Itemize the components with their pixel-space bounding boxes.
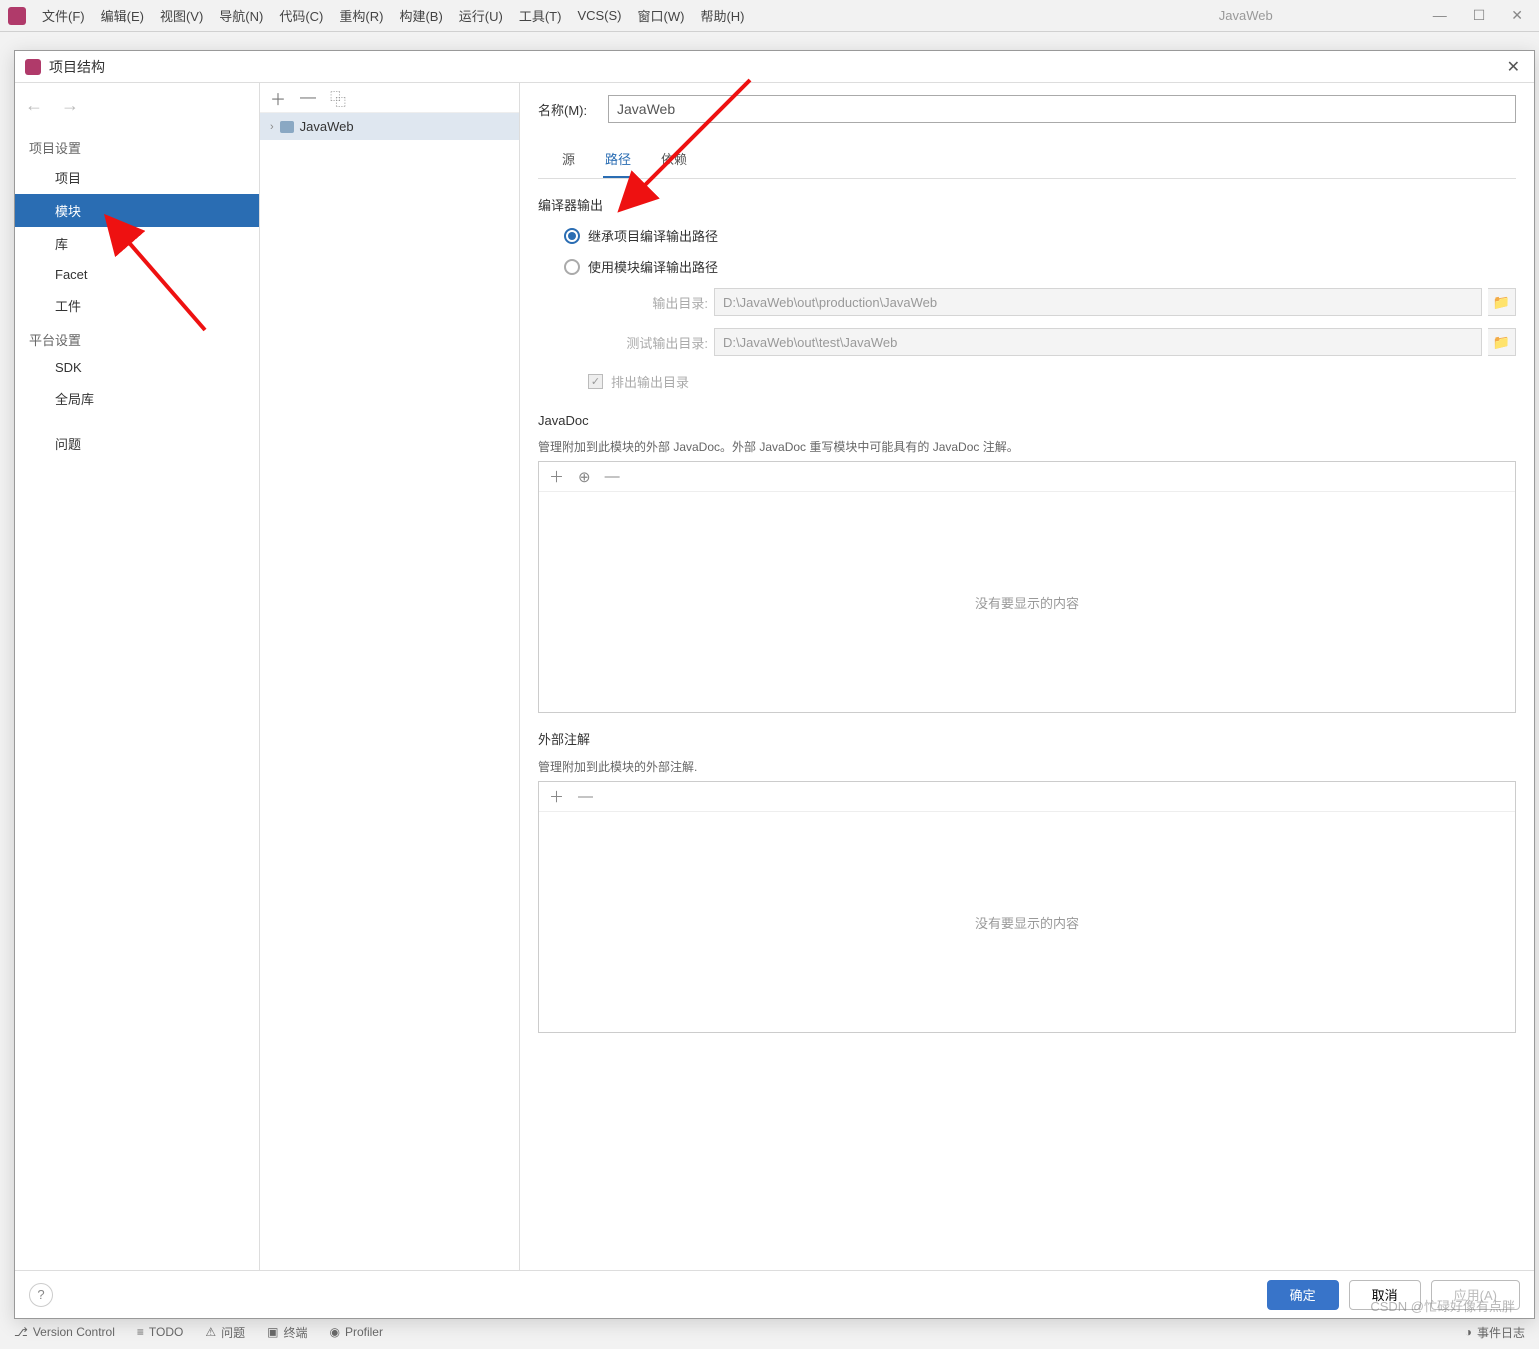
sidebar-item-problems[interactable]: 问题 <box>15 427 259 460</box>
output-dir-input <box>714 288 1482 316</box>
name-label: 名称(M): <box>538 100 608 119</box>
watermark-text: CSDN @忙碌好像有点胖 <box>1370 1296 1515 1315</box>
annotations-remove-icon[interactable]: — <box>578 788 593 805</box>
sidebar-section-project: 项目设置 <box>15 130 259 161</box>
main-menubar: 文件(F) 编辑(E) 视图(V) 导航(N) 代码(C) 重构(R) 构建(B… <box>0 0 1539 32</box>
javadoc-listbox: ＋ ⊕ — 没有要显示的内容 <box>538 461 1516 713</box>
menu-run[interactable]: 运行(U) <box>451 6 511 25</box>
tab-paths[interactable]: 路径 <box>603 143 633 178</box>
radio-inherit[interactable] <box>564 228 580 244</box>
module-tree-panel: ＋ — ⿻ › JavaWeb <box>260 83 520 1270</box>
tree-expand-icon[interactable]: › <box>270 121 274 133</box>
ok-button[interactable]: 确定 <box>1267 1280 1339 1310</box>
module-tabs: 源 路径 依赖 <box>538 137 1516 179</box>
menu-window[interactable]: 窗口(W) <box>630 6 693 25</box>
dialog-logo-icon <box>25 59 41 75</box>
tree-copy-icon[interactable]: ⿻ <box>330 86 346 110</box>
output-dir-browse-icon[interactable]: 📁 <box>1488 288 1516 316</box>
module-name-input[interactable] <box>608 95 1516 123</box>
radio-module-row[interactable]: 使用模块编译输出路径 <box>538 251 1516 282</box>
menu-edit[interactable]: 编辑(E) <box>93 6 152 25</box>
statusbar-vcs[interactable]: ⎇Version Control <box>14 1325 115 1339</box>
sidebar-item-libraries[interactable]: 库 <box>15 227 259 260</box>
window-close-icon[interactable]: ✕ <box>1511 7 1523 24</box>
dialog-title-text: 项目结构 <box>49 57 105 77</box>
app-logo-icon <box>8 7 26 25</box>
tree-node-root[interactable]: › JavaWeb <box>260 113 519 140</box>
javadoc-heading: JavaDoc <box>538 397 1516 434</box>
radio-inherit-label: 继承项目编译输出路径 <box>588 226 718 245</box>
folder-icon <box>280 121 294 133</box>
tree-remove-icon[interactable]: — <box>300 89 316 107</box>
nav-forward-icon[interactable]: → <box>61 95 79 116</box>
sidebar-item-global-libs[interactable]: 全局库 <box>15 382 259 415</box>
statusbar-profiler[interactable]: ◉Profiler <box>329 1325 383 1339</box>
javadoc-desc: 管理附加到此模块的外部 JavaDoc。外部 JavaDoc 重写模块中可能具有… <box>538 434 1516 457</box>
statusbar-problems[interactable]: ⚠问题 <box>205 1324 245 1341</box>
project-structure-dialog: 项目结构 ✕ ← → 项目设置 项目 模块 库 Facet 工件 平台设置 SD… <box>14 50 1535 1319</box>
test-output-dir-label: 测试输出目录: <box>588 333 708 352</box>
statusbar-events[interactable]: ◑事件日志 <box>1465 1324 1525 1341</box>
menu-vcs[interactable]: VCS(S) <box>569 8 629 23</box>
statusbar-terminal[interactable]: ▣终端 <box>267 1324 307 1341</box>
menu-refactor[interactable]: 重构(R) <box>331 6 391 25</box>
menu-tools[interactable]: 工具(T) <box>511 6 570 25</box>
window-minimize-icon[interactable]: — <box>1433 7 1447 24</box>
sidebar-item-modules[interactable]: 模块 <box>15 194 259 227</box>
dialog-titlebar: 项目结构 ✕ <box>15 51 1534 83</box>
annotations-heading: 外部注解 <box>538 713 1516 754</box>
menu-build[interactable]: 构建(B) <box>391 6 450 25</box>
output-dir-label: 输出目录: <box>588 293 708 312</box>
javadoc-add-url-icon[interactable]: ⊕ <box>578 468 591 486</box>
tab-sources[interactable]: 源 <box>560 143 577 178</box>
menu-help[interactable]: 帮助(H) <box>692 6 752 25</box>
menu-navigate[interactable]: 导航(N) <box>211 6 271 25</box>
help-icon[interactable]: ? <box>29 1283 53 1307</box>
sidebar-section-platform: 平台设置 <box>15 322 259 353</box>
javadoc-remove-icon[interactable]: — <box>605 468 620 485</box>
sidebar-item-facets[interactable]: Facet <box>15 260 259 289</box>
javadoc-empty-text: 没有要显示的内容 <box>539 492 1515 712</box>
annotations-listbox: ＋ — 没有要显示的内容 <box>538 781 1516 1033</box>
menu-file[interactable]: 文件(F) <box>34 6 93 25</box>
sidebar-item-sdks[interactable]: SDK <box>15 353 259 382</box>
sidebar-item-artifacts[interactable]: 工件 <box>15 289 259 322</box>
sidebar-item-project[interactable]: 项目 <box>15 161 259 194</box>
menu-code[interactable]: 代码(C) <box>271 6 331 25</box>
test-output-dir-input <box>714 328 1482 356</box>
status-bar: ⎇Version Control ≡TODO ⚠问题 ▣终端 ◉Profiler… <box>0 1321 1539 1343</box>
settings-sidebar: ← → 项目设置 项目 模块 库 Facet 工件 平台设置 SDK 全局库 问… <box>15 83 260 1270</box>
statusbar-todo[interactable]: ≡TODO <box>137 1325 183 1339</box>
tree-add-icon[interactable]: ＋ <box>270 86 286 110</box>
module-editor-panel: 名称(M): 源 路径 依赖 编译器输出 继承项目编译输出路径 使用模块编译输出… <box>520 83 1534 1270</box>
test-output-dir-browse-icon[interactable]: 📁 <box>1488 328 1516 356</box>
tree-node-label: JavaWeb <box>300 119 354 134</box>
menu-view[interactable]: 视图(V) <box>152 6 211 25</box>
annotations-desc: 管理附加到此模块的外部注解. <box>538 754 1516 777</box>
tab-dependencies[interactable]: 依赖 <box>659 143 689 178</box>
exclude-output-row[interactable]: ✓ 排出输出目录 <box>538 362 1516 397</box>
dialog-footer: ? 确定 取消 应用(A) <box>15 1270 1534 1318</box>
javadoc-add-icon[interactable]: ＋ <box>549 466 564 487</box>
nav-back-icon[interactable]: ← <box>25 95 43 116</box>
window-maximize-icon[interactable]: ☐ <box>1473 7 1486 24</box>
dialog-close-icon[interactable]: ✕ <box>1503 57 1524 77</box>
exclude-output-checkbox[interactable]: ✓ <box>588 374 603 389</box>
branch-icon: ⎇ <box>14 1325 28 1339</box>
annotations-add-icon[interactable]: ＋ <box>549 786 564 807</box>
radio-module[interactable] <box>564 259 580 275</box>
radio-module-label: 使用模块编译输出路径 <box>588 257 718 276</box>
exclude-output-label: 排出输出目录 <box>611 372 689 391</box>
annotations-empty-text: 没有要显示的内容 <box>539 812 1515 1032</box>
radio-inherit-row[interactable]: 继承项目编译输出路径 <box>538 220 1516 251</box>
compiler-output-heading: 编译器输出 <box>538 179 1516 220</box>
app-title: JavaWeb <box>1219 8 1273 23</box>
